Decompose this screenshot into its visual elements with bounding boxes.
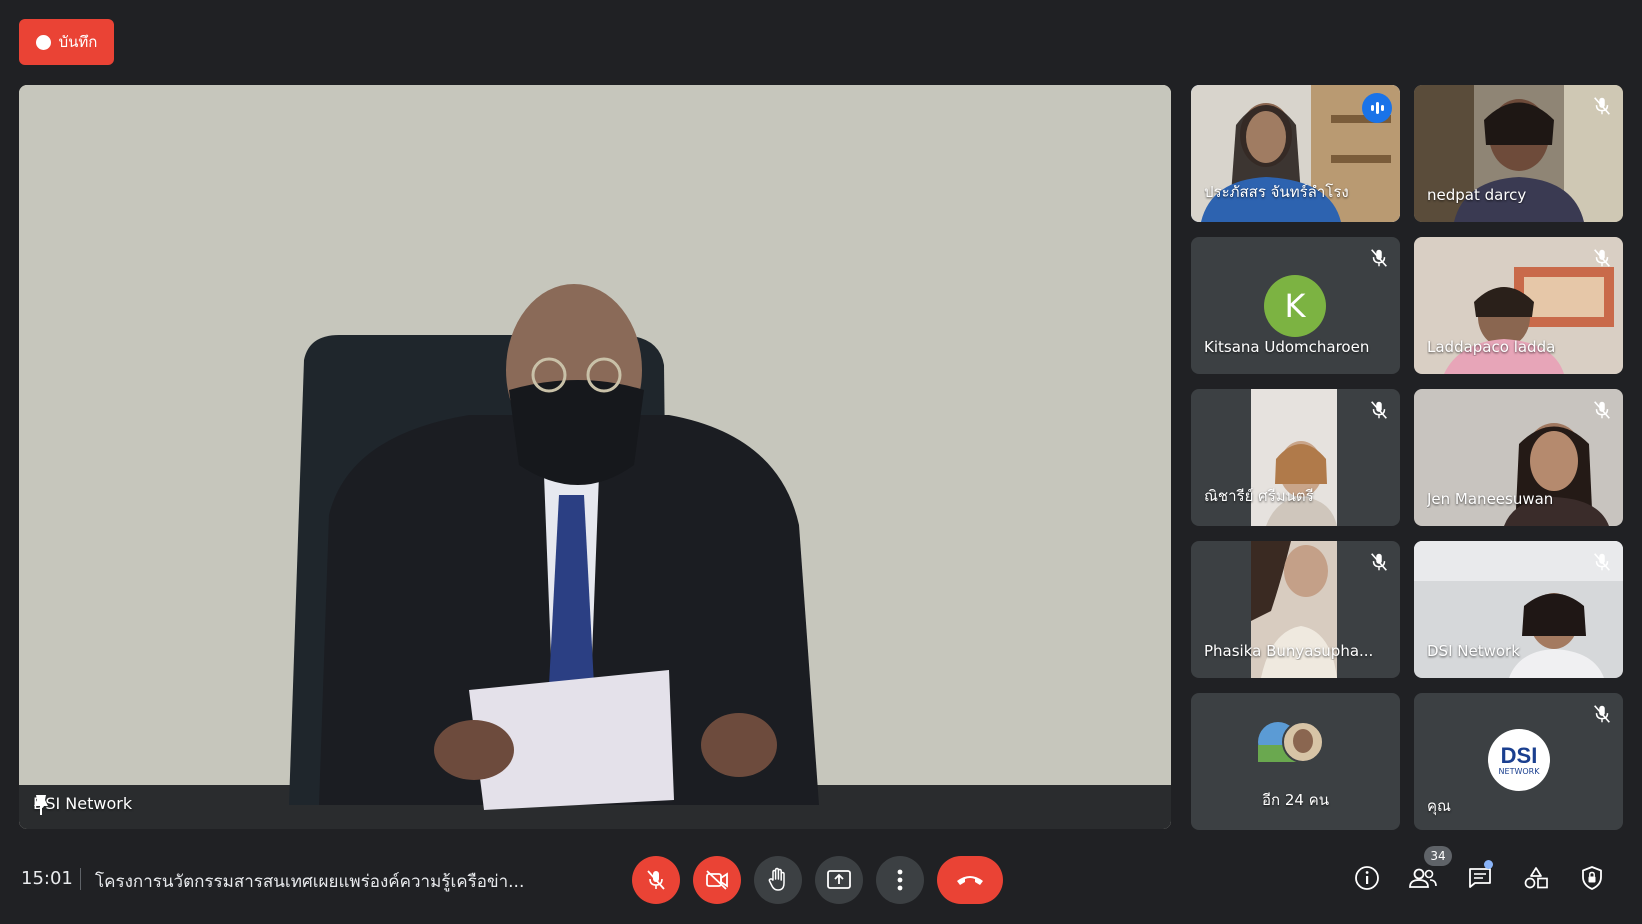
self-tile[interactable]: DSI NETWORK คุณ [1414,693,1623,830]
dsi-logo-subtext: NETWORK [1498,766,1540,776]
camera-off-icon [706,870,728,890]
main-video-feed [19,85,1171,829]
mic-off-icon [1594,553,1610,571]
camera-toggle-button[interactable] [693,856,741,904]
avatar: K [1264,275,1326,337]
chat-icon [1469,868,1491,888]
chat-button[interactable] [1460,858,1500,898]
more-options-button[interactable] [876,856,924,904]
chat-notification-dot [1484,860,1493,869]
divider [80,868,81,890]
clock: 15:01 [21,868,73,889]
participant-name: nedpat darcy [1427,186,1527,204]
hand-icon [768,867,785,891]
leave-call-button[interactable] [937,856,1003,904]
participant-name: Laddapaco ladda [1427,338,1556,356]
others-avatars [1258,721,1324,763]
self-label: คุณ [1427,797,1451,815]
recording-label: บันทึก [58,33,98,51]
mic-toggle-button[interactable] [632,856,680,904]
main-video-label: DSI Network [33,794,132,816]
present-screen-icon [827,870,851,889]
record-icon [35,34,51,50]
participant-name: Phasika Bunyasupha... [1204,642,1374,660]
mic-off-icon [1371,249,1387,267]
mic-off-icon [1371,401,1387,419]
mic-off-icon [1594,249,1610,267]
speaking-indicator-icon [1362,93,1392,123]
more-vert-icon [897,869,903,891]
participant-name: ณิชารีย์ ศรีมนตรี [1204,487,1314,505]
participant-tile[interactable]: Jen Maneesuwan [1414,389,1623,526]
participant-name: ประภัสสร จันทร์ลำโรง [1204,183,1349,201]
activities-button[interactable] [1516,858,1556,898]
host-controls-button[interactable] [1572,858,1612,898]
people-count-badge: 34 [1424,846,1452,866]
shield-lock-icon [1582,866,1602,890]
raise-hand-button[interactable] [754,856,802,904]
main-video-tile[interactable]: DSI Network [19,85,1171,829]
recording-badge[interactable]: บันทึก [19,19,114,65]
bottom-bar: 15:01 โครงการนวัตกรรมสารสนเทศเผยแพร่องค์… [0,846,1642,924]
mic-off-icon [1371,553,1387,571]
participant-tile[interactable]: ณิชารีย์ ศรีมนตรี [1191,389,1400,526]
participant-tile[interactable]: K Kitsana Udomcharoen [1191,237,1400,374]
participant-name: DSI Network [1427,642,1520,660]
others-tile[interactable]: อีก 24 คน [1191,693,1400,830]
info-icon [1355,866,1379,890]
participant-name: Kitsana Udomcharoen [1204,338,1370,356]
present-screen-button[interactable] [815,856,863,904]
others-count-label: อีก 24 คน [1261,791,1329,809]
pin-icon[interactable] [33,794,49,816]
participant-tile[interactable]: Laddapaco ladda [1414,237,1623,374]
participant-tile[interactable]: nedpat darcy [1414,85,1623,222]
meeting-details-button[interactable] [1347,858,1387,898]
participant-name: Jen Maneesuwan [1427,490,1554,508]
people-icon [1409,868,1437,888]
participant-tile[interactable]: DSI Network [1414,541,1623,678]
self-avatar: DSI NETWORK [1488,729,1550,791]
activities-icon [1524,867,1548,889]
participant-tile[interactable]: Phasika Bunyasupha... [1191,541,1400,678]
hang-up-icon [957,876,983,885]
dsi-logo-text: DSI [1500,742,1538,768]
meeting-title: โครงการนวัตกรรมสารสนเทศเผยแพร่องค์ความรู… [95,872,525,892]
mic-off-icon [647,870,665,890]
mic-off-icon [1594,705,1610,723]
mic-off-icon [1594,97,1610,115]
participant-tile[interactable]: ประภัสสร จันทร์ลำโรง [1191,85,1400,222]
mic-off-icon [1594,401,1610,419]
